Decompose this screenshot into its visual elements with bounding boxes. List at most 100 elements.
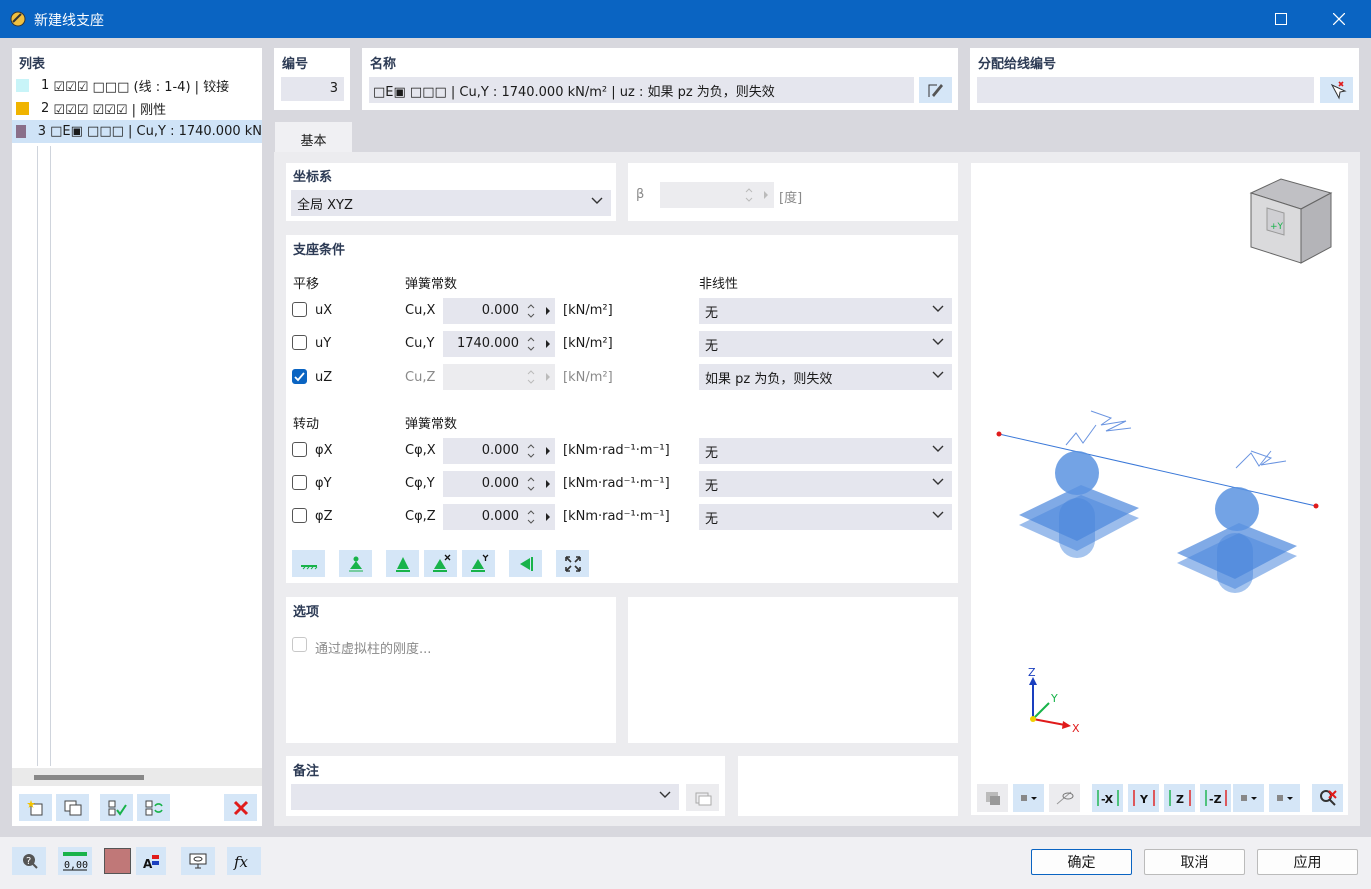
axis-triad: Z Y X xyxy=(1028,666,1080,735)
translation-label: 平移 xyxy=(293,277,320,292)
horizontal-scrollbar[interactable] xyxy=(12,768,262,786)
color-picker-button[interactable] xyxy=(104,848,131,874)
renumber-button[interactable] xyxy=(137,794,170,821)
formula-button[interactable]: fx xyxy=(227,847,261,875)
options-detail-panel xyxy=(628,597,958,743)
units-icon: 0,00 xyxy=(63,852,88,871)
svg-text:?: ? xyxy=(26,856,31,867)
support-free-button[interactable] xyxy=(292,550,325,577)
pick-lines-button[interactable] xyxy=(1320,77,1353,103)
list-item-text: ☑☑☑ ☑☑☑ | 刚性 xyxy=(53,103,167,118)
preview-3d-canvas[interactable]: +Y Z Y X xyxy=(971,163,1348,773)
check-list-icon xyxy=(108,800,127,816)
support-custom-button[interactable] xyxy=(556,550,589,577)
assign-lines-field[interactable] xyxy=(977,77,1314,103)
tab-basic[interactable]: 基本 xyxy=(275,122,352,154)
cphiy-spinner-icon[interactable] xyxy=(522,471,556,497)
remark-select[interactable] xyxy=(291,784,679,810)
phix-checkbox[interactable] xyxy=(292,442,307,457)
phiz-nonlinearity-value: 无 xyxy=(705,511,719,527)
copy-icon xyxy=(64,800,81,815)
axis-y-label: Y xyxy=(1050,692,1058,705)
remark-library-button[interactable] xyxy=(686,784,719,811)
new-item-button[interactable] xyxy=(19,794,52,821)
beta-symbol: β xyxy=(636,187,645,202)
uy-nonlinearity-select[interactable]: 无 xyxy=(699,331,952,357)
maximize-button[interactable] xyxy=(1258,0,1304,38)
options-header: 选项 xyxy=(293,605,320,620)
coord-system-value: 全局 XYZ xyxy=(297,197,353,213)
stiffness-checkbox[interactable] xyxy=(292,637,307,652)
view-cube[interactable]: +Y xyxy=(1249,178,1333,264)
name-field[interactable]: □E▣ □□□ | Cu,Y : 1740.000 kN/m² | uz : 如… xyxy=(369,77,914,103)
view-visibility-button[interactable] xyxy=(1049,784,1080,812)
support-hinged-button[interactable] xyxy=(339,550,372,577)
ux-checkbox[interactable] xyxy=(292,302,307,317)
phiy-checkbox[interactable] xyxy=(292,475,307,490)
support-hinged-x-button[interactable] xyxy=(424,550,457,577)
close-button[interactable] xyxy=(1316,0,1362,38)
support-hinged-y-button[interactable] xyxy=(462,550,495,577)
monitor-icon xyxy=(189,853,207,869)
cuy-spinner-icon[interactable] xyxy=(522,331,556,357)
list-item-text: □E▣ □□□ | Cu,Y : 1740.000 kN xyxy=(50,124,262,139)
coord-system-select[interactable]: 全局 XYZ xyxy=(291,190,611,216)
view-reset-button[interactable] xyxy=(1312,784,1343,812)
axis-z-label: Z xyxy=(1028,666,1036,679)
number-panel: 编号 3 xyxy=(274,48,350,110)
display-settings-button[interactable] xyxy=(181,847,215,875)
phiz-checkbox[interactable] xyxy=(292,508,307,523)
cuz-unit: [kN/m²] xyxy=(563,370,613,385)
phix-nonlinearity-select[interactable]: 无 xyxy=(699,438,952,464)
view-minus-z-button[interactable]: -Z xyxy=(1200,784,1231,812)
render-icon xyxy=(985,792,1000,805)
chevron-down-icon xyxy=(932,445,944,452)
view-display-dropdown[interactable] xyxy=(1013,784,1044,812)
uy-label: uY xyxy=(315,336,332,351)
units-button[interactable]: 0,00 xyxy=(58,847,92,875)
cux-spinner-icon[interactable] xyxy=(522,298,556,324)
list-item-number: 1 xyxy=(41,78,50,93)
list-item-selected[interactable]: 3 □E▣ □□□ | Cu,Y : 1740.000 kN xyxy=(12,120,262,143)
delete-button[interactable] xyxy=(224,794,257,821)
edit-name-button[interactable] xyxy=(919,77,952,103)
support-fixed-button[interactable] xyxy=(386,550,419,577)
list-item[interactable]: 1 ☑☑☑ □□□ (线 : 1-4) | 铰接 xyxy=(12,74,262,97)
svg-text:fx: fx xyxy=(233,853,249,871)
phiy-nonlinearity-select[interactable]: 无 xyxy=(699,471,952,497)
list-item[interactable]: 2 ☑☑☑ ☑☑☑ | 刚性 xyxy=(12,97,262,120)
uy-checkbox[interactable] xyxy=(292,335,307,350)
view-minus-x-button[interactable]: -X xyxy=(1092,784,1123,812)
cphix-unit: [kNm·rad⁻¹·m⁻¹] xyxy=(563,443,670,458)
check-all-button[interactable] xyxy=(100,794,133,821)
view-z-button[interactable]: Z xyxy=(1164,784,1195,812)
text-color-button[interactable]: A xyxy=(136,847,166,875)
view-iso-dropdown[interactable] xyxy=(1233,784,1264,812)
copy-item-button[interactable] xyxy=(56,794,89,821)
view-render-button[interactable] xyxy=(977,784,1008,812)
view-mode-dropdown[interactable] xyxy=(1269,784,1300,812)
phiz-nonlinearity-select[interactable]: 无 xyxy=(699,504,952,530)
view-y-icon: Y xyxy=(1132,790,1155,806)
help-button[interactable]: ? xyxy=(12,847,46,875)
apply-button[interactable]: 应用 xyxy=(1257,849,1358,875)
number-field[interactable]: 3 xyxy=(281,77,344,101)
uz-nonlinearity-select[interactable]: 如果 pz 为负，则失效 xyxy=(699,364,952,390)
cancel-button[interactable]: 取消 xyxy=(1144,849,1245,875)
support-wall-button[interactable] xyxy=(509,550,542,577)
uz-checkbox[interactable] xyxy=(292,369,307,384)
scrollbar-thumb[interactable] xyxy=(34,775,144,780)
cux-symbol: Cu,X xyxy=(405,303,436,318)
chevron-down-icon xyxy=(932,305,944,312)
view-y-button[interactable]: Y xyxy=(1128,784,1159,812)
cphiz-unit: [kNm·rad⁻¹·m⁻¹] xyxy=(563,509,670,524)
ux-nonlinearity-select[interactable]: 无 xyxy=(699,298,952,324)
cphix-spinner-icon[interactable] xyxy=(522,438,556,464)
view-minus-z-label: -Z xyxy=(1209,793,1222,806)
beta-panel: β [度] xyxy=(628,163,958,221)
hinged-x-support-icon xyxy=(432,554,450,572)
ok-button[interactable]: 确定 xyxy=(1031,849,1132,875)
preview-3d-panel: +Y Z Y X -X Y Z -Z xyxy=(971,163,1348,815)
cphiz-spinner-icon[interactable] xyxy=(522,504,556,530)
nonlinearity-label: 非线性 xyxy=(699,277,739,292)
